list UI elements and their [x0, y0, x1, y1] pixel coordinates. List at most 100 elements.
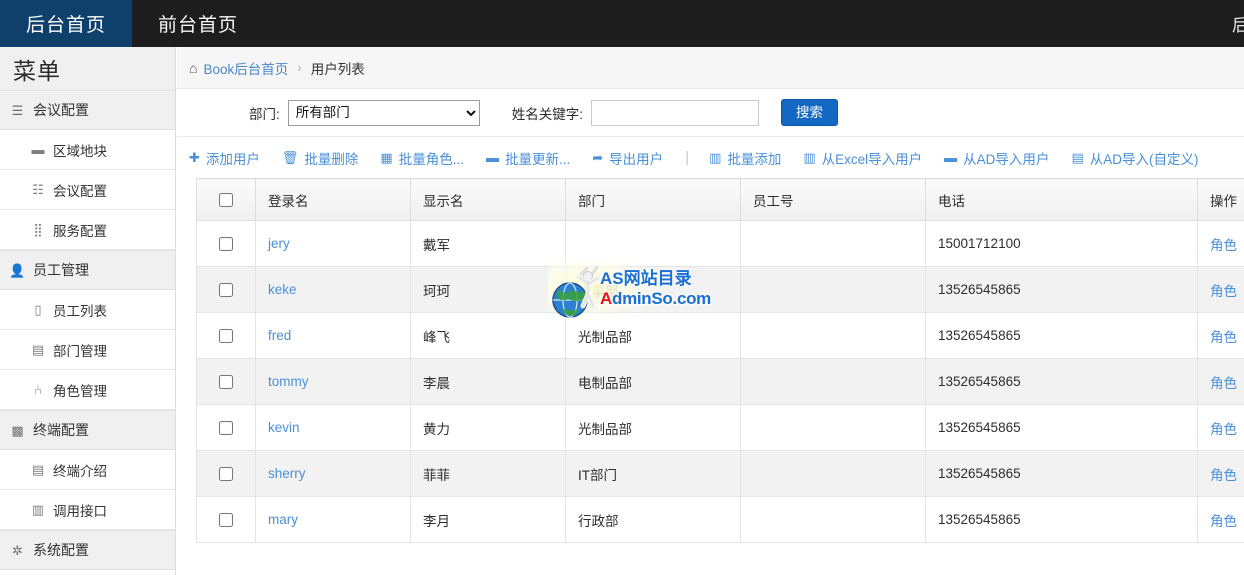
display-name-cell: 峰飞	[410, 312, 566, 359]
keyword-label: 姓名关键字:	[511, 106, 584, 122]
login-link[interactable]: fred	[268, 328, 291, 343]
import-from-ad-custom-label: 从AD导入(自定义)	[1089, 151, 1199, 167]
sidebar-item-department-management[interactable]: ▤ 部门管理	[0, 330, 175, 370]
row-checkbox[interactable]	[218, 329, 233, 344]
display-name-cell: 李月	[410, 496, 566, 543]
sidebar-group-meeting-config[interactable]: ☰ 会议配置	[0, 90, 175, 130]
batch-role-button[interactable]: ▦ 批量角色...	[380, 148, 464, 168]
table-row: sherry 菲菲 IT部门 13526545865 角色	[196, 450, 1244, 497]
breadcrumb: ⌂ Book后台首页 › 用户列表	[177, 47, 1244, 89]
table-row: fred 峰飞 光制品部 13526545865 角色	[196, 312, 1244, 359]
row-checkbox-cell	[196, 358, 256, 405]
book-icon: ▤	[1071, 150, 1084, 165]
table-row: mary 李月 行政部 13526545865 角色	[196, 496, 1244, 543]
column-header-action[interactable]: 操作	[1197, 178, 1244, 221]
file-icon: ▯	[34, 302, 42, 317]
plus-icon: ✚	[189, 150, 200, 165]
employee-no-cell	[740, 312, 926, 359]
sidebar-group-staff-management[interactable]: 👤 员工管理	[0, 250, 175, 290]
column-header-employee-no[interactable]: 员工号	[740, 178, 926, 221]
login-link[interactable]: keke	[268, 282, 297, 297]
sidebar-group-label: 会议配置	[33, 102, 89, 118]
batch-update-label: 批量更新...	[504, 151, 571, 167]
login-link[interactable]: kevin	[268, 420, 300, 435]
row-checkbox[interactable]	[218, 237, 233, 252]
role-link[interactable]: 角色	[1210, 376, 1237, 391]
login-link[interactable]: tommy	[268, 374, 309, 389]
tasks-icon: ▥	[709, 150, 722, 165]
role-link[interactable]: 角色	[1210, 330, 1237, 345]
column-header-phone[interactable]: 电话	[925, 178, 1198, 221]
department-cell	[565, 220, 741, 267]
sidebar-item-terminal-intro[interactable]: ▤ 终端介绍	[0, 450, 175, 490]
nav-right-partial-label[interactable]: 后	[1232, 0, 1244, 47]
breadcrumb-current: 用户列表	[310, 61, 365, 77]
table-row: tommy 李晨 电制品部 13526545865 角色	[196, 358, 1244, 405]
row-checkbox[interactable]	[218, 467, 233, 482]
sidebar-item-area-block[interactable]: ▬ 区域地块	[0, 130, 175, 170]
table-icon: ▬	[31, 142, 45, 157]
column-header-login[interactable]: 登录名	[255, 178, 411, 221]
top-navbar: 后台首页 前台首页 后	[0, 0, 1244, 47]
login-link[interactable]: mary	[268, 512, 298, 527]
row-checkbox[interactable]	[218, 283, 233, 298]
phone-cell: 15001712100	[925, 220, 1198, 267]
nav-tab-frontend-label: 前台首页	[158, 15, 239, 36]
column-header-department[interactable]: 部门	[565, 178, 741, 221]
employee-no-cell	[740, 450, 926, 497]
tasks-icon: ▥	[803, 150, 816, 165]
add-user-button[interactable]: ✚ 添加用户	[189, 148, 260, 168]
row-checkbox-cell	[196, 266, 256, 313]
breadcrumb-home-link[interactable]: Book后台首页	[203, 58, 288, 78]
import-from-ad-custom-button[interactable]: ▤ 从AD导入(自定义)	[1071, 148, 1198, 168]
batch-delete-button[interactable]: 🗑 批量删除	[282, 148, 359, 168]
window-icon: ▬	[485, 150, 499, 165]
search-button[interactable]: 搜索	[781, 99, 839, 126]
sidebar-group-system-config[interactable]: ✲ 系统配置	[0, 530, 175, 570]
main-content: ⌂ Book后台首页 › 用户列表 部门: 所有部门 姓名关键字: 搜索 ✚ 添…	[177, 47, 1244, 575]
import-from-excel-button[interactable]: ▥ 从Excel导入用户	[803, 148, 922, 168]
sidebar-item-service-config[interactable]: ⣿ 服务配置	[0, 210, 175, 250]
department-label: 部门:	[249, 106, 280, 122]
nav-tab-frontend[interactable]: 前台首页	[132, 0, 264, 47]
export-user-button[interactable]: ➦ 导出用户	[592, 148, 663, 168]
batch-delete-label: 批量删除	[304, 151, 359, 167]
row-checkbox[interactable]	[218, 375, 233, 390]
sidebar-item-meeting-config[interactable]: ☷ 会议配置	[0, 170, 175, 210]
sidebar-item-staff-list[interactable]: ▯ 员工列表	[0, 290, 175, 330]
user-table-body: jery 戴军 15001712100 角色 keke 珂珂 人事部 13526…	[196, 220, 1244, 543]
table-row: keke 珂珂 人事部 13526545865 角色	[196, 266, 1244, 313]
role-link[interactable]: 角色	[1210, 514, 1237, 529]
keyword-input[interactable]	[591, 99, 760, 126]
nav-tab-backend[interactable]: 后台首页	[0, 0, 133, 47]
role-link[interactable]: 角色	[1210, 238, 1237, 253]
role-link[interactable]: 角色	[1210, 422, 1237, 437]
toolbar-divider: |	[685, 149, 690, 166]
sidebar-group-terminal-config[interactable]: ▩ 终端配置	[0, 410, 175, 450]
list-icon: ☷	[32, 182, 44, 197]
import-from-ad-button[interactable]: ▬ 从AD导入用户	[944, 148, 1049, 168]
window-icon: ▬	[944, 150, 958, 165]
sidebar-item-api-interface[interactable]: ▥ 调用接口	[0, 490, 175, 530]
sidebar-item-role-management[interactable]: ⑃ 角色管理	[0, 370, 175, 410]
display-name-cell: 李晨	[410, 358, 566, 405]
phone-cell: 13526545865	[925, 404, 1198, 451]
display-name-cell: 黄力	[410, 404, 566, 451]
select-all-checkbox[interactable]	[218, 193, 233, 208]
batch-update-button[interactable]: ▬ 批量更新...	[486, 148, 570, 168]
import-from-excel-label: 从Excel导入用户	[821, 151, 923, 167]
select-all-header	[196, 178, 256, 221]
department-cell: 电制品部	[565, 358, 741, 405]
row-checkbox[interactable]	[218, 513, 233, 528]
trash-icon: 🗑	[281, 150, 299, 165]
login-link[interactable]: jery	[268, 236, 290, 251]
batch-add-button[interactable]: ▥ 批量添加	[709, 148, 781, 168]
column-header-display[interactable]: 显示名	[410, 178, 566, 221]
export-user-label: 导出用户	[609, 151, 664, 167]
user-table: 登录名 显示名 部门 员工号 电话 操作 jery 戴军 15001712100…	[196, 178, 1244, 543]
role-link[interactable]: 角色	[1210, 468, 1237, 483]
department-select[interactable]: 所有部门	[287, 99, 480, 126]
row-checkbox[interactable]	[218, 421, 233, 436]
role-link[interactable]: 角色	[1210, 284, 1237, 299]
login-link[interactable]: sherry	[268, 466, 306, 481]
